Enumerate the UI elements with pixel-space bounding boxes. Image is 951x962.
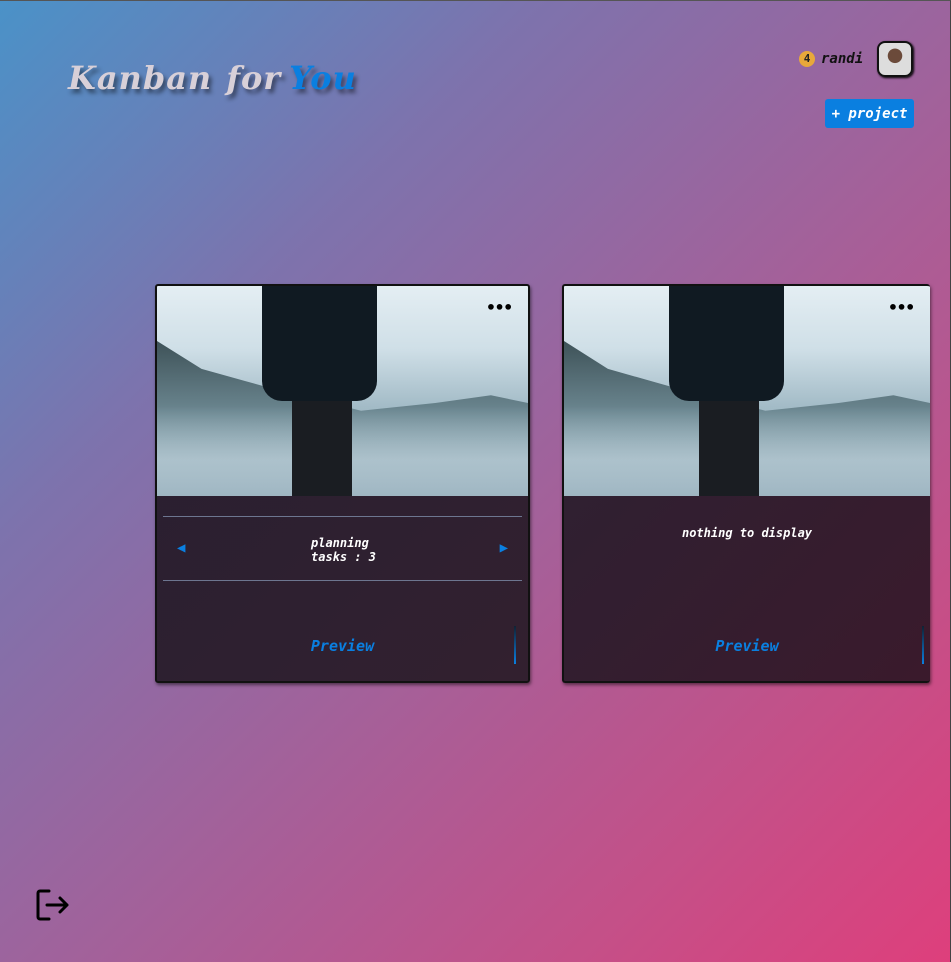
divider <box>163 516 522 517</box>
divider <box>163 580 522 581</box>
scrollbar[interactable] <box>514 626 516 664</box>
notification-badge[interactable]: 4 <box>799 51 815 67</box>
more-options-icon[interactable]: ••• <box>888 298 915 317</box>
avatar[interactable] <box>877 41 914 77</box>
project-card: ••• nothing to display Preview <box>562 284 930 683</box>
preview-link[interactable]: Preview <box>564 637 930 655</box>
preview-link[interactable]: Preview <box>157 637 528 655</box>
project-card: ••• ◀ planning tasks : 3 ▶ Preview <box>155 284 530 683</box>
title-kanban: Kanban <box>68 59 213 97</box>
logout-icon[interactable] <box>35 888 71 926</box>
app-title: Kanban for You <box>68 59 357 97</box>
user-info: 4 randi <box>799 41 914 77</box>
title-for: for <box>226 59 282 97</box>
empty-message: nothing to display <box>681 526 813 540</box>
task-count: tasks : 3 <box>311 550 377 564</box>
project-cover-image: ••• <box>564 286 930 496</box>
more-options-icon[interactable]: ••• <box>486 298 513 317</box>
scrollbar[interactable] <box>922 626 924 664</box>
prev-stage-arrow-icon[interactable]: ◀ <box>177 540 185 556</box>
add-project-button[interactable]: + project <box>825 99 914 128</box>
username: randi <box>821 51 864 67</box>
project-cover-image: ••• <box>157 286 528 496</box>
title-you: You <box>289 59 357 97</box>
stage-info: planning tasks : 3 <box>311 536 376 564</box>
next-stage-arrow-icon[interactable]: ▶ <box>500 540 508 556</box>
stage-name: planning <box>311 536 369 550</box>
